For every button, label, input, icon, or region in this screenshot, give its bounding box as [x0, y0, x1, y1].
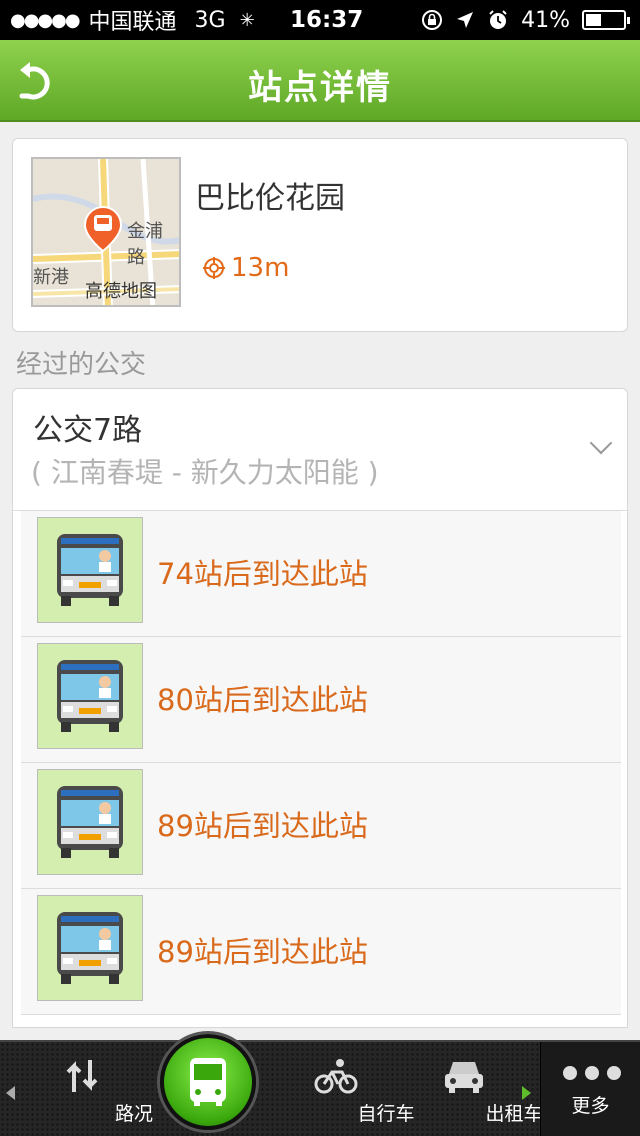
tab-bike[interactable]: 自行车 — [286, 1042, 415, 1136]
scroll-left-arrow-icon[interactable] — [6, 1086, 15, 1100]
tab-more-label: 更多 — [571, 1095, 610, 1117]
route-direction: ( 江南春堤 - 新久力太阳能 ) — [31, 456, 379, 489]
battery-fill — [586, 14, 601, 26]
carrier-name: 中国联通 — [88, 10, 177, 35]
location-arrow-icon — [457, 12, 474, 28]
battery-percent: 41% — [521, 7, 570, 33]
traffic-icon — [66, 1060, 98, 1092]
scroll-right-arrow-icon[interactable] — [522, 1086, 531, 1100]
target-icon — [203, 257, 225, 279]
map-place-label: 新港 — [33, 267, 69, 288]
map-road-label: 金浦路 — [127, 221, 163, 268]
bus-thumbnail-icon — [37, 895, 143, 1001]
bus-icon — [190, 1058, 226, 1106]
car-icon — [445, 1062, 483, 1093]
bus-thumbnail-icon — [37, 517, 143, 623]
arrival-item[interactable]: 80站后到达此站 — [21, 637, 621, 763]
arrival-item[interactable]: 89站后到达此站 — [21, 763, 621, 889]
page-title: 站点详情 — [248, 68, 392, 108]
station-name: 巴比伦花园 — [195, 181, 345, 216]
station-map[interactable]: 金浦路 新港 高德地图 — [31, 157, 181, 307]
arrival-list: 74站后到达此站 80站后到达此站 89站后到达此站 89站后到达此站 — [21, 511, 621, 1015]
tab-bar: 路况 自行车 出租车 更多 — [0, 1034, 640, 1136]
route-card: 公交7路 ( 江南春堤 - 新久力太阳能 ) 74站后到达此站 80站后到达此站… — [12, 388, 628, 1028]
battery-icon — [582, 10, 630, 30]
arrival-text: 89站后到达此站 — [157, 809, 368, 843]
chevron-down-icon[interactable] — [589, 431, 613, 455]
tab-taxi[interactable]: 出租车 — [414, 1042, 543, 1136]
tab-more[interactable]: 更多 — [540, 1042, 640, 1136]
route-header[interactable]: 公交7路 ( 江南春堤 - 新久力太阳能 ) — [13, 389, 627, 511]
station-card: 金浦路 新港 高德地图 巴比伦花园 13m — [12, 138, 628, 332]
arrival-text: 74站后到达此站 — [157, 557, 368, 591]
distance-value: 13m — [231, 253, 290, 283]
signal-strength: ●●●●● — [10, 9, 81, 31]
bicycle-icon — [314, 1059, 358, 1094]
map-logo: 高德地图 — [85, 281, 157, 302]
arrival-item[interactable]: 89站后到达此站 — [21, 889, 621, 1015]
passing-buses-heading: 经过的公交 — [16, 350, 147, 380]
arrival-item[interactable]: 74站后到达此站 — [21, 511, 621, 637]
arrival-text: 89站后到达此站 — [157, 935, 368, 969]
status-time: 16:37 — [290, 7, 364, 33]
rotation-lock-icon — [422, 10, 443, 30]
arrival-text: 80站后到达此站 — [157, 683, 368, 717]
bus-thumbnail-icon — [37, 643, 143, 749]
alarm-icon — [489, 10, 507, 29]
more-dots-icon — [563, 1066, 621, 1080]
status-bar: ●●●●● 中国联通 3G ✳ 16:37 41% — [0, 0, 640, 40]
tab-bus[interactable] — [160, 1034, 256, 1130]
nav-bar: 站点详情 — [0, 40, 640, 122]
network-type: 3G — [194, 7, 226, 33]
route-name: 公交7路 — [33, 413, 143, 448]
station-distance: 13m — [203, 253, 289, 283]
activity-spinner-icon: ✳ — [239, 9, 255, 31]
tab-traffic[interactable]: 路况 — [30, 1042, 153, 1136]
bus-thumbnail-icon — [37, 769, 143, 875]
